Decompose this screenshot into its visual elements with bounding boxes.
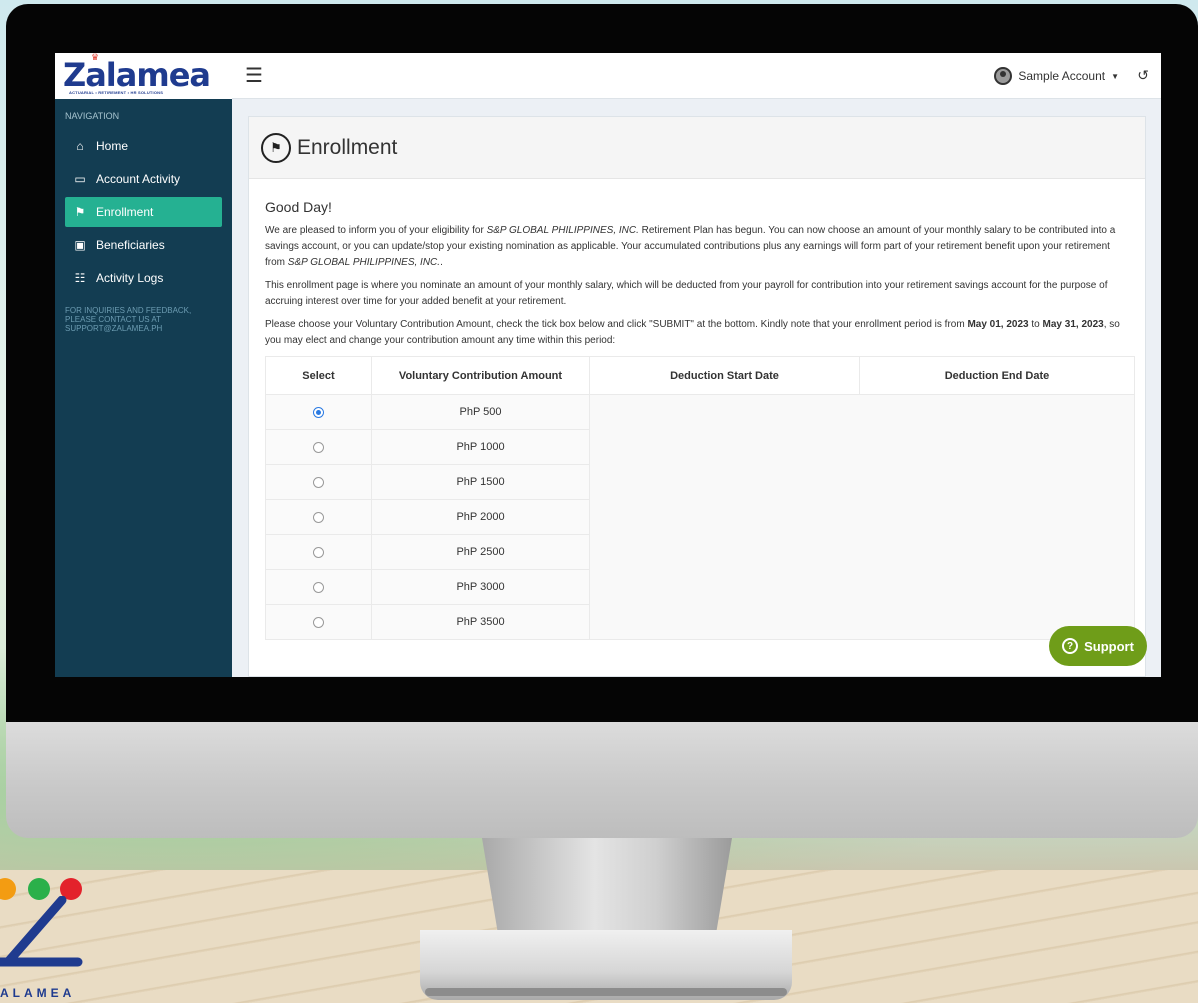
top-bar: ♛ Zalamea ACTUARIAL • RETIREMENT • HR SO… [55,53,1161,99]
amount-cell: PhP 500 [371,394,590,430]
amount-radio[interactable] [313,476,324,488]
monitor-chin [6,722,1198,838]
list-icon: ☷ [74,271,86,285]
greeting: Good Day! [265,199,332,215]
panel-header: ⚑ Enrollment [249,117,1145,179]
app-logo[interactable]: ♛ Zalamea ACTUARIAL • RETIREMENT • HR SO… [55,53,232,99]
text-part: Please choose your Voluntary Contributio… [265,319,968,330]
page-title: Enrollment [297,135,398,159]
period-end-date: May 31, 2023 [1042,319,1104,330]
user-avatar-icon [994,67,1013,85]
nav-heading: NAVIGATION [65,111,120,121]
amount-radio[interactable] [313,511,324,523]
sidebar-item-label: Account Activity [96,172,181,186]
company-name: S&P GLOBAL PHILIPPINES, INC. [486,225,639,236]
sidebar-item-label: Home [96,139,129,153]
amount-radio[interactable] [313,546,324,558]
history-icon[interactable]: ↺ [1137,67,1149,84]
help-icon: ? [1062,638,1079,654]
monitor-base-edge [425,988,787,996]
select-cell [265,429,372,465]
col-select: Select [265,356,372,395]
table-row: PhP 500 [265,394,1135,640]
amount-cell: PhP 2500 [371,534,590,570]
logo-text: Zalamea [63,56,211,94]
chevron-down-icon: ▼ [1111,71,1119,81]
amount-cell: PhP 3000 [371,569,590,605]
text-part: to [1028,319,1043,330]
amount-radio[interactable] [313,441,324,453]
select-cell [265,569,372,605]
col-amount: Voluntary Contribution Amount [371,356,590,395]
text-part: . [440,257,443,268]
flag-icon: ⚑ [261,132,291,163]
select-cell [265,394,372,430]
account-menu[interactable]: Sample Account ▼ [994,67,1119,85]
sidebar-item-beneficiaries[interactable]: ▣ Beneficiaries [65,230,222,260]
sidebar-item-account-activity[interactable]: ▭ Account Activity [65,164,222,194]
brand-z-icon [0,896,83,967]
sidebar-item-label: Activity Logs [96,271,164,285]
contribution-table: Select Voluntary Contribution Amount Ded… [265,356,1135,640]
inquiry-note: FOR INQUIRIES AND FEEDBACK, PLEASE CONTA… [65,306,192,333]
support-label: Support [1084,638,1134,654]
amount-cell: PhP 3500 [371,604,590,640]
amount-cell: PhP 1500 [371,464,590,500]
amount-cell: PhP 1000 [371,429,590,465]
menu-toggle-icon[interactable]: ☰ [245,63,263,88]
sidebar-item-label: Beneficiaries [96,238,165,252]
panel-body: Good Day! We are pleased to inform you o… [249,179,1145,640]
sidebar-item-home[interactable]: ⌂ Home [65,131,222,161]
amount-radio[interactable] [313,406,324,418]
logo-tagline: ACTUARIAL • RETIREMENT • HR SOLUTIONS [69,90,164,95]
sidebar-item-enrollment[interactable]: ⚑ Enrollment [65,197,222,227]
sidebar-item-activity-logs[interactable]: ☷ Activity Logs [65,263,222,293]
enrollment-info-paragraph: This enrollment page is where you nomina… [265,280,1108,307]
select-cell [265,604,372,640]
company-name: S&P GLOBAL PHILIPPINES, INC. [287,257,441,268]
brand-text: ALAMEA [0,986,76,1000]
enrollment-panel: ⚑ Enrollment Good Day! We are pleased to… [248,116,1146,677]
account-name: Sample Account [1018,69,1106,83]
support-button[interactable]: ? Support [1049,626,1147,666]
instructions-paragraph: Please choose your Voluntary Contributio… [265,317,1129,349]
period-start-date: May 01, 2023 [967,319,1029,330]
col-start-date: Deduction Start Date [589,356,860,395]
folder-icon: ▭ [74,172,86,186]
table-header-row: Select Voluntary Contribution Amount Ded… [265,356,1135,395]
select-cell [265,464,372,500]
text-part: We are pleased to inform you of your eli… [265,225,487,236]
select-cell [265,534,372,570]
select-cell [265,499,372,535]
sidebar: NAVIGATION ⌂ Home ▭ Account Activity ⚑ E… [55,99,232,677]
col-end-date: Deduction End Date [859,356,1135,395]
sidebar-item-label: Enrollment [96,205,154,219]
flag-icon: ⚑ [74,205,86,219]
amount-cell: PhP 2000 [371,499,590,535]
amount-radio[interactable] [313,616,324,628]
amount-radio[interactable] [313,581,324,593]
brand-logo: ALAMEA [0,876,110,1003]
home-icon: ⌂ [76,139,84,153]
date-area [589,394,1135,640]
gift-icon: ▣ [74,238,86,252]
eligibility-paragraph: We are pleased to inform you of your eli… [265,223,1129,271]
screen: ♛ Zalamea ACTUARIAL • RETIREMENT • HR SO… [55,53,1161,677]
